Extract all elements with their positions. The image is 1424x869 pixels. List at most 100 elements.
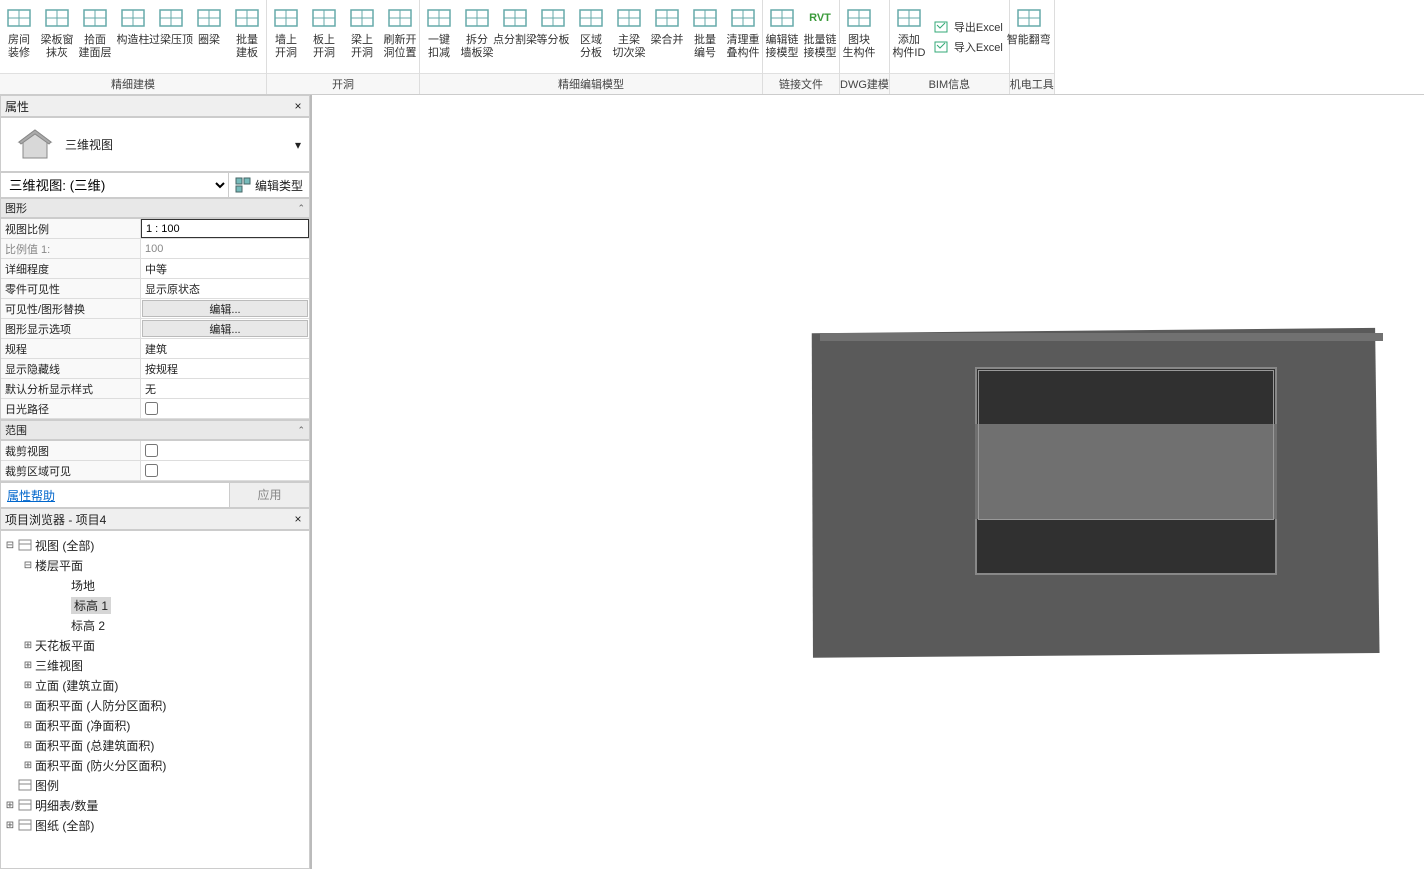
room-decor-button[interactable]: 房间 装修 xyxy=(0,0,38,73)
split-wallbeam-button[interactable]: 拆分 墙板梁 xyxy=(458,0,496,73)
export-excel-button[interactable]: 导出Excel xyxy=(934,17,1003,37)
point-split-beam-button[interactable]: 点分割梁 xyxy=(496,0,534,73)
properties-help-link[interactable]: 属性帮助 xyxy=(1,487,229,504)
struct-column-button[interactable]: 构造柱 xyxy=(114,0,152,73)
batch-slab-button[interactable]: 批量 建板 xyxy=(228,0,266,73)
dwg-block-gen-button[interactable]: 图块 生构件 xyxy=(840,0,878,73)
beam-open-button[interactable]: 梁上 开洞 xyxy=(343,0,381,73)
room-decor-icon xyxy=(5,4,33,32)
prop-row-discipline: 规程建筑 xyxy=(1,339,309,359)
main-beam-cut-button[interactable]: 主梁 切次梁 xyxy=(610,0,648,73)
tree-toggle-icon[interactable]: ⊞ xyxy=(21,720,35,731)
edit-type-icon xyxy=(235,177,251,193)
add-member-id-button[interactable]: 添加 构件ID xyxy=(890,0,928,73)
pick-face-button[interactable]: 拾面 建面层 xyxy=(76,0,114,73)
beam-slab-window-button[interactable]: 梁板窗 抹灰 xyxy=(38,0,76,73)
properties-panel-title: 属性 xyxy=(5,98,291,115)
part-visibility-value[interactable]: 显示原状态 xyxy=(141,279,309,298)
tree-toggle-icon[interactable]: ⊞ xyxy=(3,800,17,811)
main-beam-cut-icon xyxy=(615,4,643,32)
crop-region-visible-checkbox[interactable] xyxy=(145,464,158,477)
type-selector[interactable]: 三维视图 ▾ xyxy=(0,117,310,172)
viewport-3d[interactable] xyxy=(312,95,1424,869)
refresh-open-button[interactable]: 刷新开 洞位置 xyxy=(381,0,419,73)
tree-item-label: 楼层平面 xyxy=(35,557,83,574)
ring-beam-icon xyxy=(195,4,223,32)
tree-toggle-icon[interactable]: ⊞ xyxy=(21,660,35,671)
tree-item[interactable]: ⊞立面 (建筑立面) xyxy=(3,675,307,695)
tree-item[interactable]: ⊟视图 (全部) xyxy=(3,535,307,555)
one-click-deduct-button[interactable]: 一键 扣减 xyxy=(420,0,458,73)
scale-value-value: 100 xyxy=(141,239,309,258)
tree-toggle-icon[interactable]: ⊞ xyxy=(21,740,35,751)
category-graphic-header[interactable]: 图形⌃ xyxy=(0,198,310,218)
export-excel-icon xyxy=(934,19,950,35)
discipline-value[interactable]: 建筑 xyxy=(141,339,309,358)
tree-item[interactable]: 图例 xyxy=(3,775,307,795)
beam-merge-icon xyxy=(653,4,681,32)
tree-item-label: 图例 xyxy=(35,777,59,794)
prop-row-graphic-display-opts: 图形显示选项编辑... xyxy=(1,319,309,339)
clean-dup-button[interactable]: 清理重 叠构件 xyxy=(724,0,762,73)
tree-item[interactable]: 标高 1 xyxy=(3,595,307,615)
browser-panel-header: 项目浏览器 - 项目4 × xyxy=(0,508,310,530)
edit-link-model-icon xyxy=(768,4,796,32)
edit-type-button[interactable]: 编辑类型 xyxy=(228,173,309,197)
tree-toggle-icon[interactable]: ⊞ xyxy=(21,640,35,651)
slab-open-icon xyxy=(310,4,338,32)
tree-item[interactable]: ⊞图纸 (全部) xyxy=(3,815,307,835)
view-scale-input[interactable] xyxy=(146,223,304,235)
tree-item-label: 面积平面 (防火分区面积) xyxy=(35,757,166,774)
tree-item[interactable]: 场地 xyxy=(3,575,307,595)
clean-dup-icon xyxy=(729,4,757,32)
tree-item[interactable]: ⊞三维视图 xyxy=(3,655,307,675)
apply-button[interactable]: 应用 xyxy=(229,483,309,507)
tree-toggle-icon[interactable]: ⊞ xyxy=(21,700,35,711)
region-split-button[interactable]: 区域 分板 xyxy=(572,0,610,73)
prop-row-crop-view: 裁剪视图 xyxy=(1,441,309,461)
one-click-deduct-icon xyxy=(425,4,453,32)
category-extents-header[interactable]: 范围⌃ xyxy=(0,420,310,440)
beam-merge-button[interactable]: 梁合并 xyxy=(648,0,686,73)
tree-item[interactable]: ⊞面积平面 (总建筑面积) xyxy=(3,735,307,755)
lintel-top-button[interactable]: 过梁压顶 xyxy=(152,0,190,73)
smart-bend-button[interactable]: 智能翻弯 xyxy=(1010,0,1048,73)
wall-open-button[interactable]: 墙上 开洞 xyxy=(267,0,305,73)
tree-toggle-icon[interactable]: ⊟ xyxy=(3,540,17,551)
prop-row-scale-value: 比例值 1:100 xyxy=(1,239,309,259)
sun-path-checkbox[interactable] xyxy=(145,402,158,415)
slab-open-button[interactable]: 板上 开洞 xyxy=(305,0,343,73)
edit-link-model-button[interactable]: 编辑链 接模型 xyxy=(763,0,801,73)
detail-level-value[interactable]: 中等 xyxy=(141,259,309,278)
prop-row-vis-graphic-override: 可见性/图形替换编辑... xyxy=(1,299,309,319)
tree-item[interactable]: ⊟楼层平面 xyxy=(3,555,307,575)
tree-item[interactable]: ⊞明细表/数量 xyxy=(3,795,307,815)
browser-close-button[interactable]: × xyxy=(291,512,305,526)
tree-item[interactable]: ⊞天花板平面 xyxy=(3,635,307,655)
import-excel-button[interactable]: 导入Excel xyxy=(934,37,1003,57)
tree-item[interactable]: ⊞面积平面 (人防分区面积) xyxy=(3,695,307,715)
tree-item[interactable]: 标高 2 xyxy=(3,615,307,635)
instance-select[interactable]: 三维视图: (三维) xyxy=(1,175,228,196)
ribbon-group-title: 精细建模 xyxy=(0,73,266,94)
crop-view-checkbox[interactable] xyxy=(145,444,158,457)
smart-bend-icon xyxy=(1015,4,1043,32)
batch-link-model-button[interactable]: RVT批量链 接模型 xyxy=(801,0,839,73)
ribbon-group-title: 精细编辑模型 xyxy=(420,73,762,94)
tree-toggle-icon[interactable]: ⊟ xyxy=(21,560,35,571)
batch-number-button[interactable]: 批量 编号 xyxy=(686,0,724,73)
tree-item[interactable]: ⊞面积平面 (防火分区面积) xyxy=(3,755,307,775)
tree-item[interactable]: ⊞面积平面 (净面积) xyxy=(3,715,307,735)
equal-split-button[interactable]: 等分板 xyxy=(534,0,572,73)
tree-toggle-icon[interactable]: ⊞ xyxy=(21,680,35,691)
vis-graphic-override-edit-button[interactable]: 编辑... xyxy=(142,300,308,317)
properties-close-button[interactable]: × xyxy=(291,99,305,113)
views-icon xyxy=(17,537,33,553)
tree-toggle-icon[interactable]: ⊞ xyxy=(21,760,35,771)
tree-toggle-icon[interactable]: ⊞ xyxy=(3,820,17,831)
show-hidden-lines-value[interactable]: 按规程 xyxy=(141,359,309,378)
graphic-display-opts-edit-button[interactable]: 编辑... xyxy=(142,320,308,337)
ring-beam-button[interactable]: 圈梁 xyxy=(190,0,228,73)
project-browser-tree: ⊟视图 (全部)⊟楼层平面场地标高 1标高 2⊞天花板平面⊞三维视图⊞立面 (建… xyxy=(0,530,310,869)
default-analysis-style-value[interactable]: 无 xyxy=(141,379,309,398)
